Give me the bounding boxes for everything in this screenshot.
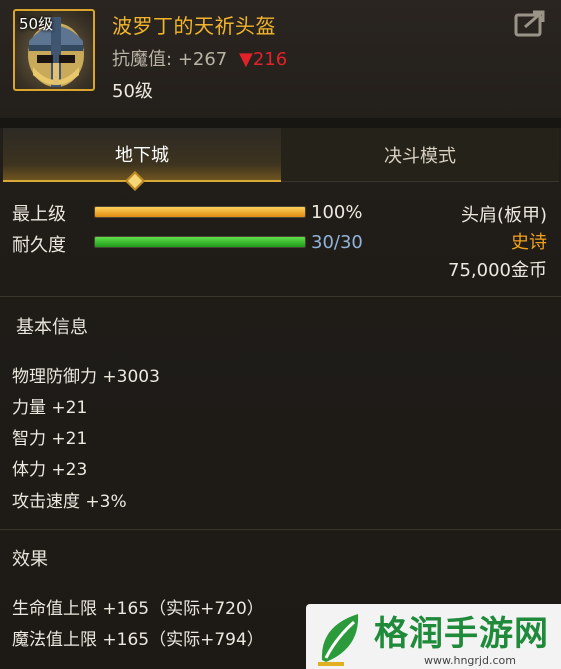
attr-line: 力量 +21 bbox=[12, 398, 88, 418]
equip-slot: 头肩(板甲) bbox=[460, 205, 547, 226]
item-header: 50级 波罗丁的天祈头盔 抗魔值: +267 ▼216 50级 bbox=[0, 0, 561, 118]
magic-resist-line: 抗魔值: +267 ▼216 bbox=[112, 45, 287, 71]
durability-bar-fill bbox=[95, 237, 305, 247]
share-icon bbox=[514, 10, 545, 37]
durability-label: 耐久度 bbox=[12, 235, 66, 256]
down-arrow-icon: ▼ bbox=[239, 49, 253, 70]
effect-line: 生命值上限 +165（实际+720） bbox=[12, 599, 264, 619]
tab-dungeon[interactable]: 地下城 bbox=[3, 128, 281, 182]
share-button[interactable] bbox=[513, 9, 547, 39]
section-divider bbox=[0, 296, 561, 297]
magic-resist-delta-value: 216 bbox=[252, 49, 288, 70]
watermark-url: www.hngrjd.com bbox=[424, 654, 516, 667]
attr-line: 智力 +21 bbox=[12, 429, 88, 449]
grade-label: 最上级 bbox=[12, 204, 66, 225]
item-icon-frame: 50级 bbox=[13, 9, 95, 91]
magic-resist-value: +267 bbox=[177, 49, 228, 70]
item-level: 50级 bbox=[112, 81, 153, 102]
mode-tabs: 地下城 决斗模式 bbox=[3, 128, 559, 182]
basic-info-title: 基本信息 bbox=[16, 317, 88, 338]
magic-resist-delta: ▼216 bbox=[239, 49, 287, 70]
site-watermark: 格润手游网 www.hngrjd.com bbox=[306, 604, 561, 669]
tab-pvp[interactable]: 决斗模式 bbox=[281, 128, 559, 182]
header-divider bbox=[0, 118, 561, 128]
item-tooltip-panel: 50级 波罗丁的天祈头盔 抗魔值: +267 ▼216 50级 地下城 决斗模式… bbox=[0, 0, 561, 669]
effects-title: 效果 bbox=[12, 549, 48, 570]
durability-value: 30/30 bbox=[311, 232, 363, 253]
item-name: 波罗丁的天祈头盔 bbox=[112, 14, 276, 38]
rarity-label: 史诗 bbox=[511, 232, 547, 253]
watermark-text: 格润手游网 bbox=[374, 614, 549, 654]
grade-value: 100% bbox=[311, 202, 363, 223]
section-divider bbox=[0, 529, 561, 530]
magic-resist-label: 抗魔值: bbox=[112, 49, 173, 70]
grade-bar-fill bbox=[95, 207, 305, 217]
grade-bar bbox=[94, 206, 306, 218]
attr-line: 体力 +23 bbox=[12, 460, 88, 480]
leaf-logo-icon bbox=[318, 614, 359, 666]
frame-level-badge: 50级 bbox=[19, 15, 54, 33]
sell-price: 75,000金币 bbox=[448, 260, 547, 281]
durability-bar bbox=[94, 236, 306, 248]
attr-line: 攻击速度 +3% bbox=[12, 492, 127, 512]
effect-line: 魔法值上限 +165（实际+794） bbox=[12, 630, 264, 650]
attr-line: 物理防御力 +3003 bbox=[12, 367, 160, 387]
